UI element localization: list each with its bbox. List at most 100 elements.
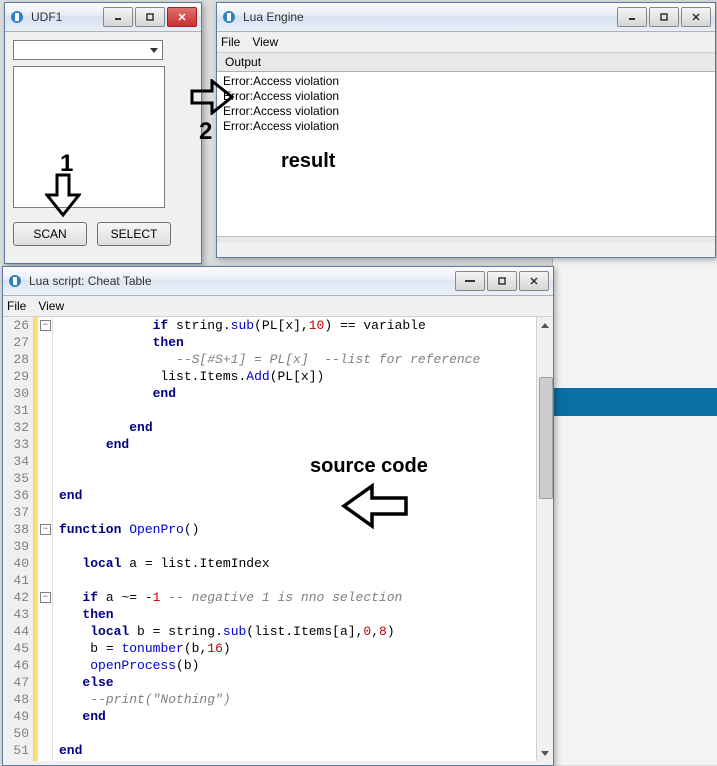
minimize-button[interactable] <box>103 7 133 27</box>
lua-engine-title: Lua Engine <box>243 10 615 24</box>
code-line[interactable]: end <box>59 419 530 436</box>
line-number: 42 <box>7 589 29 606</box>
fold-toggle-icon[interactable]: − <box>40 524 51 535</box>
lua-engine-titlebar[interactable]: Lua Engine <box>217 3 715 32</box>
line-number: 34 <box>7 453 29 470</box>
code-line[interactable]: end <box>59 436 530 453</box>
app-icon <box>9 9 25 25</box>
line-number: 29 <box>7 368 29 385</box>
code-line[interactable] <box>59 470 530 487</box>
code-line[interactable] <box>59 453 530 470</box>
line-number: 49 <box>7 708 29 725</box>
udf1-titlebar[interactable]: UDF1 <box>5 3 201 32</box>
menu-view[interactable]: View <box>38 299 64 313</box>
menu-file[interactable]: File <box>7 299 26 313</box>
line-number: 48 <box>7 691 29 708</box>
code-line[interactable]: end <box>59 708 530 725</box>
code-line[interactable]: local b = string.sub(list.Items[a],0,8) <box>59 623 530 640</box>
lua-engine-window: Lua Engine File View Output Error:Access… <box>216 2 716 258</box>
line-number: 27 <box>7 334 29 351</box>
code-line[interactable]: end <box>59 487 530 504</box>
maximize-button[interactable] <box>487 271 517 291</box>
minimize-button[interactable] <box>455 271 485 291</box>
maximize-button[interactable] <box>135 7 165 27</box>
code-line[interactable] <box>59 572 530 589</box>
line-number: 38 <box>7 521 29 538</box>
background-panel <box>552 256 717 765</box>
line-number-gutter: 2627282930313233343536373839404142434445… <box>3 317 34 761</box>
code-line[interactable]: else <box>59 674 530 691</box>
close-button[interactable] <box>519 271 549 291</box>
code-line[interactable]: list.Items.Add(PL[x]) <box>59 368 530 385</box>
lua-script-title: Lua script: Cheat Table <box>29 274 453 288</box>
code-body[interactable]: if string.sub(PL[x],10) == variable then… <box>53 317 536 761</box>
background-band <box>552 388 717 416</box>
line-number: 26 <box>7 317 29 334</box>
code-editor[interactable]: 2627282930313233343536373839404142434445… <box>3 317 553 761</box>
code-line[interactable]: --print("Nothing") <box>59 691 530 708</box>
chevron-down-icon <box>150 48 158 53</box>
code-line[interactable] <box>59 504 530 521</box>
line-number: 31 <box>7 402 29 419</box>
code-line[interactable]: openProcess(b) <box>59 657 530 674</box>
close-button[interactable] <box>681 7 711 27</box>
annotation-arrow-right-icon <box>190 79 236 118</box>
code-line[interactable]: --S[#S+1] = PL[x] --list for reference <box>59 351 530 368</box>
minimize-button[interactable] <box>617 7 647 27</box>
line-number: 41 <box>7 572 29 589</box>
code-line[interactable] <box>59 402 530 419</box>
app-icon <box>221 9 237 25</box>
line-number: 50 <box>7 725 29 742</box>
line-number: 51 <box>7 742 29 759</box>
process-combo[interactable] <box>13 40 163 60</box>
code-line[interactable]: end <box>59 385 530 402</box>
close-button[interactable] <box>167 7 197 27</box>
output-line: Error:Access violation <box>223 119 709 134</box>
code-line[interactable]: then <box>59 606 530 623</box>
scroll-up-icon[interactable] <box>537 317 553 333</box>
udf1-window: UDF1 SCAN SELECT <box>4 2 202 264</box>
code-line[interactable]: then <box>59 334 530 351</box>
code-line[interactable] <box>59 725 530 742</box>
annotation-arrow-down-icon <box>45 173 81 222</box>
output-line: Error:Access violation <box>223 74 709 89</box>
output-tab[interactable]: Output <box>217 53 715 72</box>
output-line: Error:Access violation <box>223 89 709 104</box>
fold-toggle-icon[interactable]: − <box>40 592 51 603</box>
fold-gutter[interactable]: − − − <box>38 317 53 761</box>
lua-script-titlebar[interactable]: Lua script: Cheat Table <box>3 267 553 296</box>
scan-button[interactable]: SCAN <box>13 222 87 246</box>
select-button[interactable]: SELECT <box>97 222 171 246</box>
lua-script-window: Lua script: Cheat Table File View 262728… <box>2 266 554 766</box>
code-line[interactable]: local a = list.ItemIndex <box>59 555 530 572</box>
splitter[interactable] <box>217 237 715 243</box>
code-line[interactable] <box>59 538 530 555</box>
vertical-scrollbar[interactable] <box>536 317 553 761</box>
annotation-source-label: source code <box>310 455 428 478</box>
scroll-thumb[interactable] <box>539 377 553 499</box>
menu-view[interactable]: View <box>252 35 278 49</box>
lua-engine-menubar: File View <box>217 32 715 53</box>
maximize-button[interactable] <box>649 7 679 27</box>
line-number: 36 <box>7 487 29 504</box>
code-line[interactable]: end <box>59 742 530 759</box>
annotation-result-label: result <box>281 150 335 173</box>
annotation-number-2: 2 <box>199 118 212 146</box>
code-line[interactable]: if a ~= -1 -- negative 1 is nno selectio… <box>59 589 530 606</box>
fold-toggle-icon[interactable]: − <box>40 320 51 331</box>
line-number: 30 <box>7 385 29 402</box>
code-line[interactable]: b = tonumber(b,16) <box>59 640 530 657</box>
line-number: 46 <box>7 657 29 674</box>
line-number: 39 <box>7 538 29 555</box>
line-number: 33 <box>7 436 29 453</box>
menu-file[interactable]: File <box>221 35 240 49</box>
process-listbox[interactable] <box>13 66 165 208</box>
annotation-arrow-left-icon <box>340 482 410 533</box>
app-icon <box>7 273 23 289</box>
line-number: 43 <box>7 606 29 623</box>
scroll-down-icon[interactable] <box>537 745 553 761</box>
line-number: 37 <box>7 504 29 521</box>
code-line[interactable]: if string.sub(PL[x],10) == variable <box>59 317 530 334</box>
lua-script-menubar: File View <box>3 296 553 317</box>
code-line[interactable]: function OpenPro() <box>59 521 530 538</box>
